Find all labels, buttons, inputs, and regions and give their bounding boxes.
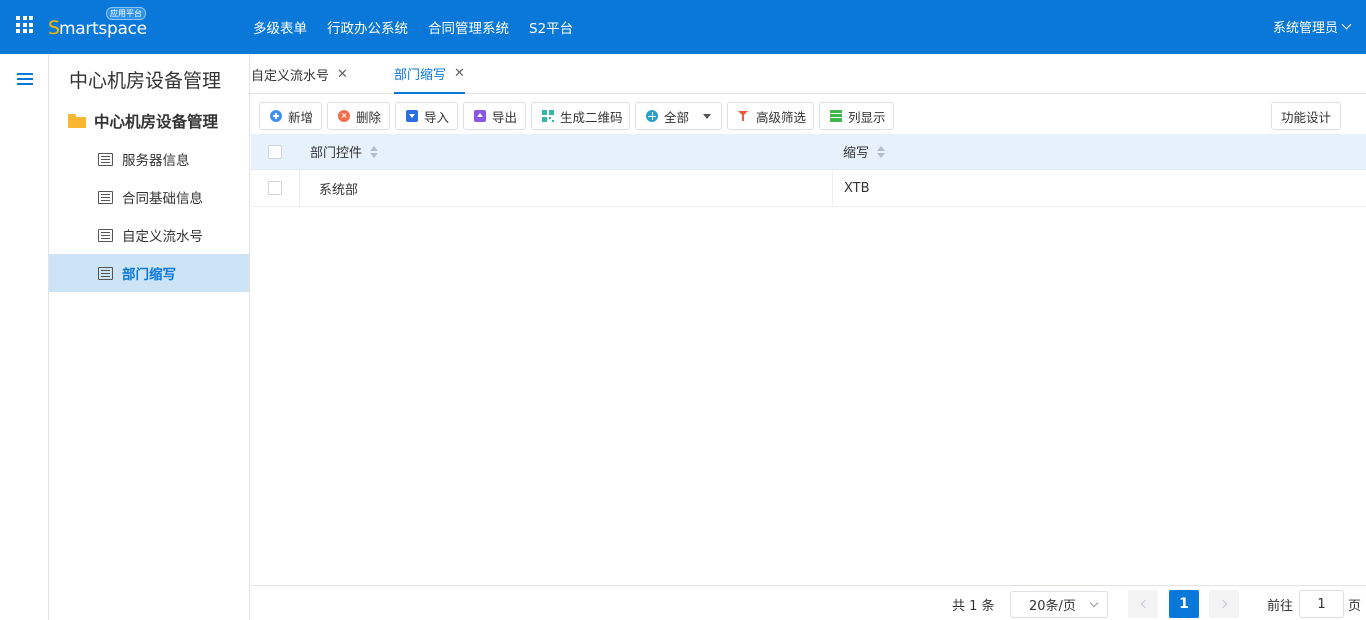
list-icon xyxy=(98,228,113,242)
tab-bar: 自定义流水号 ✕ 部门缩写 ✕ xyxy=(250,54,1366,94)
goto-prefix: 前往 xyxy=(1267,599,1294,614)
select-all-checkbox[interactable] xyxy=(268,144,282,159)
table-row[interactable]: 系统部 XTB xyxy=(251,170,1366,207)
scope-dropdown-label: 全部 xyxy=(664,109,690,125)
table-header: 部门控件 缩写 xyxy=(251,134,1366,170)
function-design-label: 功能设计 xyxy=(1280,109,1331,125)
goto-page-input[interactable] xyxy=(1299,590,1344,618)
plus-circle-icon xyxy=(270,110,282,122)
row-select-cell xyxy=(268,170,282,206)
tree-item-label: 部门缩写 xyxy=(122,267,176,283)
columns-icon xyxy=(830,110,842,122)
add-button-label: 新增 xyxy=(288,109,314,125)
tab-label: 自定义流水号 xyxy=(251,68,330,84)
tree-folder-label: 中心机房设备管理 xyxy=(94,113,219,131)
tab-dept-abbr[interactable]: 部门缩写 ✕ xyxy=(394,54,465,94)
delete-button[interactable]: 删除 xyxy=(327,102,390,130)
advanced-filter-button[interactable]: 高级筛选 xyxy=(727,102,814,130)
chevron-down-icon xyxy=(1089,598,1099,608)
tab-custom-serial[interactable]: 自定义流水号 ✕ xyxy=(251,54,348,94)
total-count: 共 1 条 xyxy=(952,599,995,614)
scope-dropdown[interactable]: 全部 xyxy=(635,102,722,130)
caret-down-icon xyxy=(703,113,712,119)
tree-item-server-info[interactable]: 服务器信息 xyxy=(49,140,249,178)
export-icon xyxy=(474,110,486,122)
delete-button-label: 删除 xyxy=(356,109,382,125)
user-menu[interactable]: 系统管理员 xyxy=(1272,17,1352,36)
function-design-button[interactable]: 功能设计 xyxy=(1271,102,1341,130)
import-icon xyxy=(406,110,418,122)
column-header-label: 部门控件 xyxy=(310,146,363,161)
folder-icon xyxy=(68,114,86,128)
cell-abbr: XTB xyxy=(832,170,1366,206)
tree-item-label: 服务器信息 xyxy=(122,153,190,169)
tab-label: 部门缩写 xyxy=(394,67,447,83)
topnav-s2-platform[interactable]: S2平台 xyxy=(529,17,573,37)
tree-sidebar: 中心机房设备管理 中心机房设备管理 服务器信息 合同基础信息 自定义流水号 部门… xyxy=(49,54,250,620)
chevron-down-icon xyxy=(1341,19,1352,30)
tree-item-label: 合同基础信息 xyxy=(122,191,203,207)
topnav-contract-system[interactable]: 合同管理系统 xyxy=(428,17,509,37)
globe-icon xyxy=(646,110,658,122)
logo[interactable]: S martspace 应用平台 xyxy=(48,7,148,40)
export-button-label: 导出 xyxy=(492,109,518,125)
sidebar-title: 中心机房设备管理 xyxy=(69,70,222,92)
page-size-select[interactable]: 20条/页 xyxy=(1010,591,1108,618)
cell-dept: 系统部 xyxy=(299,170,832,206)
close-icon[interactable]: ✕ xyxy=(454,66,465,81)
filter-icon xyxy=(738,110,750,122)
user-name: 系统管理员 xyxy=(1272,21,1338,36)
list-icon xyxy=(98,152,113,166)
app-grid-icon[interactable] xyxy=(16,16,33,33)
chevron-left-icon xyxy=(1140,599,1149,609)
sort-icon[interactable] xyxy=(877,145,886,158)
topnav-office-system[interactable]: 行政办公系统 xyxy=(327,17,408,37)
topnav-multilevel-form[interactable]: 多级表单 xyxy=(253,17,307,37)
tree-item-dept-abbr[interactable]: 部门缩写 xyxy=(49,254,249,292)
goto-suffix: 页 xyxy=(1348,599,1362,614)
logo-text: martspace xyxy=(59,19,147,39)
delete-circle-icon xyxy=(338,110,350,122)
column-header-label: 缩写 xyxy=(843,146,870,161)
qrcode-button[interactable]: 生成二维码 xyxy=(531,102,630,130)
list-icon xyxy=(98,266,113,280)
column-display-label: 列显示 xyxy=(848,109,886,125)
qrcode-icon xyxy=(542,110,554,122)
hamburger-menu-icon[interactable] xyxy=(17,73,33,85)
export-button[interactable]: 导出 xyxy=(463,102,526,130)
close-icon[interactable]: ✕ xyxy=(337,67,348,82)
qrcode-button-label: 生成二维码 xyxy=(560,109,623,125)
page-size-value: 20条/页 xyxy=(1029,599,1076,614)
import-button-label: 导入 xyxy=(424,109,450,125)
column-display-button[interactable]: 列显示 xyxy=(819,102,894,130)
import-button[interactable]: 导入 xyxy=(395,102,458,130)
list-icon xyxy=(98,190,113,204)
advanced-filter-label: 高级筛选 xyxy=(756,109,807,125)
add-button[interactable]: 新增 xyxy=(259,102,322,130)
top-header: S martspace 应用平台 多级表单 行政办公系统 合同管理系统 S2平台… xyxy=(0,0,1366,54)
tree-item-custom-serial[interactable]: 自定义流水号 xyxy=(49,216,249,254)
top-nav: 多级表单 行政办公系统 合同管理系统 S2平台 xyxy=(253,0,593,54)
column-header-dept[interactable]: 部门控件 xyxy=(310,134,379,169)
column-header-abbr[interactable]: 缩写 xyxy=(843,134,886,169)
sort-icon[interactable] xyxy=(370,145,379,158)
chevron-right-icon xyxy=(1218,599,1227,609)
pagination: 共 1 条 20条/页 1 前往 页 xyxy=(251,585,1366,620)
tree-item-contract-info[interactable]: 合同基础信息 xyxy=(49,178,249,216)
select-all-cell xyxy=(268,134,282,169)
page-number-current[interactable]: 1 xyxy=(1169,590,1199,618)
row-checkbox[interactable] xyxy=(268,181,282,195)
tree-folder[interactable]: 中心机房设备管理 xyxy=(68,110,218,132)
next-page-button[interactable] xyxy=(1209,590,1239,618)
left-rail xyxy=(0,54,49,620)
logo-badge: 应用平台 xyxy=(106,7,146,20)
prev-page-button[interactable] xyxy=(1128,590,1158,618)
tree-item-label: 自定义流水号 xyxy=(122,229,203,245)
